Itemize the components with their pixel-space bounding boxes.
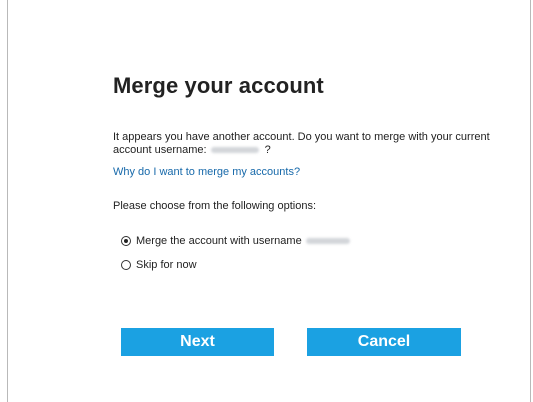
merge-description: It appears you have another account. Do … <box>113 131 513 157</box>
cancel-button[interactable]: Cancel <box>307 328 461 356</box>
option-skip-label: Skip for now <box>136 259 197 271</box>
next-button[interactable]: Next <box>121 328 274 356</box>
why-merge-link[interactable]: Why do I want to merge my accounts? <box>113 166 300 178</box>
radio-merge-account[interactable] <box>121 236 131 246</box>
redacted-username-current <box>210 147 259 154</box>
option-skip[interactable]: Skip for now <box>121 259 197 271</box>
radio-skip[interactable] <box>121 260 131 270</box>
option-merge-account[interactable]: Merge the account with username <box>121 235 350 247</box>
choose-prompt: Please choose from the following options… <box>113 200 317 212</box>
dialog-title: Merge your account <box>113 73 324 98</box>
option-merge-label: Merge the account with username <box>136 235 302 247</box>
redacted-username-other <box>305 238 350 244</box>
description-text: It appears you have another account. Do … <box>113 131 490 156</box>
description-suffix: ? <box>264 144 271 156</box>
